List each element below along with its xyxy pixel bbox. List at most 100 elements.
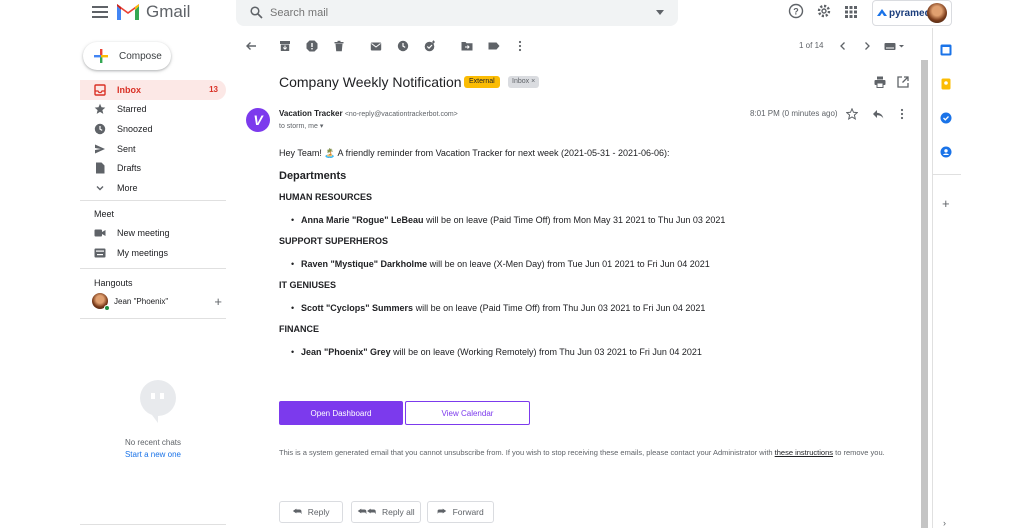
- mark-unread-icon[interactable]: [370, 40, 382, 52]
- message-more-options-icon[interactable]: [896, 108, 908, 120]
- received-time: 8:01 PM (0 minutes ago): [750, 109, 838, 118]
- departments-heading: Departments: [279, 170, 347, 182]
- add-to-tasks-icon[interactable]: [424, 40, 436, 52]
- leave-detail: will be on leave (Working Remotely) from…: [390, 347, 702, 357]
- reply-label: Reply: [307, 507, 330, 517]
- search-icon[interactable]: [250, 6, 263, 19]
- new-meeting-link[interactable]: New meeting: [94, 228, 170, 238]
- reply-button[interactable]: ⮪ Reply: [279, 501, 343, 523]
- report-spam-icon[interactable]: [306, 40, 318, 52]
- sidebar-item-more[interactable]: More: [80, 178, 226, 198]
- recipients-dropdown-icon[interactable]: ▾: [320, 123, 324, 130]
- search-bar[interactable]: [236, 0, 678, 26]
- sender-email: <no-reply@vacationtrackerbot.com>: [344, 111, 458, 118]
- sender-name[interactable]: Vacation Tracker: [279, 109, 343, 118]
- contact-name: Jean "Phoenix": [114, 296, 169, 306]
- reply-arrow-icon[interactable]: [872, 108, 884, 120]
- hide-panel-chevron-icon[interactable]: ›: [943, 518, 946, 528]
- sidebar-item-starred[interactable]: Starred: [80, 100, 226, 120]
- archive-icon[interactable]: [279, 40, 291, 52]
- department-name: HUMAN RESOURCES: [279, 192, 373, 202]
- sidebar-item-snoozed[interactable]: Snoozed: [80, 119, 226, 139]
- add-contact-icon[interactable]: +: [214, 294, 222, 309]
- reply-icon: ⮪: [292, 506, 302, 518]
- search-options-icon[interactable]: [656, 10, 664, 15]
- more-options-icon[interactable]: [514, 40, 526, 52]
- leave-entry: Anna Marie "Rogue" LeBeau will be on lea…: [291, 215, 726, 225]
- compose-button[interactable]: Compose: [83, 42, 171, 70]
- top-bar: Gmail ?: [0, 0, 1024, 28]
- online-status-icon: [104, 305, 110, 311]
- back-arrow-icon[interactable]: [245, 40, 257, 52]
- compose-plus-icon: [94, 49, 108, 63]
- department-name: FINANCE: [279, 324, 319, 334]
- hangouts-contact[interactable]: Jean "Phoenix" +: [92, 293, 222, 311]
- gmail-logo[interactable]: Gmail: [116, 2, 190, 22]
- star-icon: [94, 104, 106, 115]
- clock-icon: [94, 123, 106, 135]
- start-chat-link[interactable]: Start a new one: [80, 450, 226, 459]
- sidebar-item-drafts[interactable]: Drafts: [80, 158, 226, 178]
- my-meetings-link[interactable]: My meetings: [94, 248, 168, 258]
- divider: [933, 174, 961, 175]
- search-input[interactable]: [270, 4, 650, 22]
- chevron-down-icon: [96, 185, 104, 191]
- leave-detail: will be on leave (Paid Time Off) from Mo…: [423, 215, 726, 225]
- video-camera-icon: [94, 229, 106, 237]
- leave-detail: will be on leave (X-Men Day) from Tue Ju…: [427, 259, 710, 269]
- contacts-icon[interactable]: [940, 146, 952, 158]
- leave-entry: Jean "Phoenix" Grey will be on leave (Wo…: [291, 347, 702, 357]
- side-panel: + ›: [932, 28, 961, 528]
- reply-all-button[interactable]: ⮪⮪ Reply all: [351, 501, 421, 523]
- greeting-text: Hey Team! 🏝️ A friendly reminder from Va…: [279, 148, 670, 158]
- settings-gear-icon[interactable]: [816, 3, 832, 19]
- delete-trash-icon[interactable]: [333, 40, 345, 52]
- help-icon[interactable]: ?: [788, 3, 804, 19]
- svg-text:?: ?: [793, 7, 799, 17]
- leave-entry: Raven "Mystique" Darkholme will be on le…: [291, 259, 710, 269]
- view-calendar-button[interactable]: View Calendar: [405, 401, 530, 425]
- account-switcher[interactable]: pyrameda: [872, 0, 952, 26]
- divider: [80, 524, 226, 525]
- scrollbar-thumb[interactable]: [921, 60, 928, 528]
- unread-count: 13: [209, 85, 218, 95]
- send-icon: [95, 144, 105, 154]
- snooze-clock-icon[interactable]: [397, 40, 409, 52]
- user-avatar[interactable]: [927, 3, 947, 23]
- app-name: Gmail: [146, 2, 191, 21]
- sidebar-item-sent[interactable]: Sent: [80, 139, 226, 159]
- open-in-new-window-icon[interactable]: [897, 76, 909, 88]
- inbox-label-text: Inbox: [512, 78, 530, 85]
- recipients-toggle[interactable]: to storm, me ▾: [279, 122, 323, 130]
- disclaimer-pre: This is a system generated email that yo…: [279, 448, 775, 457]
- sidebar-item-label: More: [117, 182, 138, 193]
- main-menu-icon[interactable]: [92, 6, 108, 20]
- newer-chevron-left-icon[interactable]: [837, 40, 849, 52]
- input-tools-keyboard-icon[interactable]: [884, 40, 906, 52]
- label-tag-icon[interactable]: [488, 40, 500, 52]
- keyboard-icon: [94, 248, 106, 258]
- open-dashboard-button[interactable]: Open Dashboard: [279, 401, 403, 425]
- tasks-icon[interactable]: [940, 112, 952, 124]
- forward-button[interactable]: ⮫ Forward: [427, 501, 494, 523]
- sender-avatar[interactable]: V: [246, 108, 270, 132]
- inbox-icon: [94, 84, 106, 96]
- move-to-folder-icon[interactable]: [461, 40, 473, 52]
- inbox-label[interactable]: Inbox ×: [508, 76, 540, 88]
- apps-grid-icon[interactable]: [845, 6, 857, 18]
- draft-icon: [96, 162, 105, 174]
- keep-notes-icon[interactable]: [940, 78, 952, 90]
- compose-label: Compose: [119, 50, 162, 62]
- instructions-link[interactable]: these instructions: [775, 448, 833, 457]
- folder-list: Inbox 13 Starred Snoozed Sent Drafts Mor…: [80, 80, 226, 198]
- sidebar-item-inbox[interactable]: Inbox 13: [80, 80, 226, 100]
- star-outline-icon[interactable]: [846, 108, 858, 120]
- print-icon[interactable]: [874, 76, 886, 88]
- sidebar-item-label: Inbox: [117, 84, 141, 95]
- sender-line: Vacation Tracker <no-reply@vacationtrack…: [279, 109, 458, 118]
- get-addons-icon[interactable]: +: [942, 196, 950, 211]
- calendar-icon[interactable]: [940, 44, 952, 56]
- remove-label-icon[interactable]: ×: [531, 78, 535, 85]
- older-chevron-right-icon[interactable]: [861, 40, 873, 52]
- divider: [80, 200, 226, 201]
